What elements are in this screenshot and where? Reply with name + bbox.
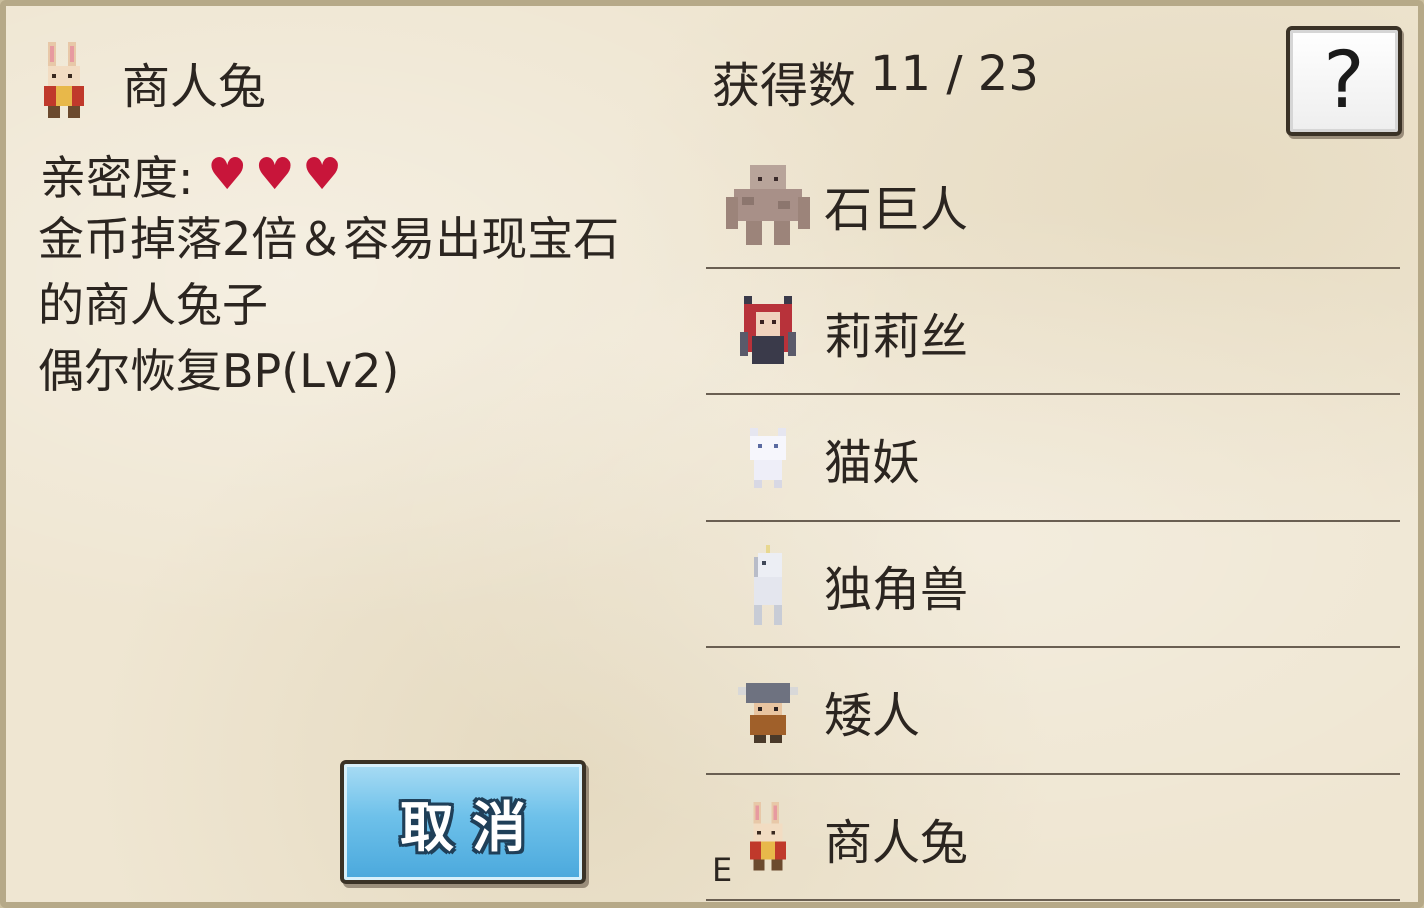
- stone-golem-icon: [726, 165, 810, 245]
- description-line: 金币掉落2倍＆容易出现宝石: [38, 212, 620, 266]
- bunny-merchant-icon: [750, 801, 786, 870]
- monster-name: 猫妖: [824, 435, 921, 491]
- description-line: 的商人兔子: [38, 278, 268, 332]
- monster-row-cat-spirit[interactable]: 猫妖: [706, 395, 1400, 522]
- affinity-hearts: ♥ ♥ ♥: [208, 153, 350, 197]
- monster-description: 金币掉落2倍＆容易出现宝石 的商人兔子 偶尔恢复BP(Lv2): [38, 206, 698, 404]
- heart-icon: ♥: [254, 149, 295, 200]
- cat-spirit-icon: [750, 428, 786, 488]
- heart-icon: ♥: [207, 149, 247, 200]
- question-mark-icon: ?: [1323, 36, 1365, 126]
- monster-name: 莉莉丝: [824, 308, 969, 365]
- description-line: 偶尔恢复BP(Lv2): [38, 344, 400, 398]
- monster-row-stone-golem[interactable]: 石巨人: [706, 142, 1400, 269]
- monster-row-bunny-merchant[interactable]: E 商人兔: [706, 775, 1400, 901]
- unicorn-icon: [754, 544, 782, 625]
- affinity-row: 亲密度: ♥ ♥ ♥: [40, 142, 350, 208]
- bunny-merchant-icon: [44, 42, 84, 118]
- monster-row-unicorn[interactable]: 独角兽: [706, 522, 1400, 648]
- detail-header: 商人兔: [40, 42, 266, 122]
- affinity-label: 亲密度:: [40, 151, 194, 205]
- monster-name: 独角兽: [824, 561, 969, 618]
- collection-count-value: 11 / 23: [870, 46, 1039, 102]
- monster-row-dwarf[interactable]: 矮人: [706, 648, 1400, 775]
- collection-count-label: 获得数: [712, 58, 857, 114]
- lilith-icon: [740, 295, 796, 364]
- monster-list: 石巨人 莉莉丝 猫妖 独角兽 矮人 E 商人兔: [706, 142, 1400, 901]
- cancel-button-label: 取消: [400, 795, 544, 859]
- monster-row-lilith[interactable]: 莉莉丝: [706, 269, 1400, 395]
- monster-collection-panel: 商人兔 亲密度: ♥ ♥ ♥ 金币掉落2倍＆容易出现宝石 的商人兔子 偶尔恢复BP(…: [0, 0, 1424, 908]
- detail-title: 商人兔: [122, 59, 267, 115]
- monster-name: 石巨人: [824, 182, 969, 238]
- heart-icon: ♥: [302, 149, 342, 200]
- monster-name: 矮人: [824, 688, 921, 744]
- collection-count: 获得数 11 / 23: [712, 46, 1039, 116]
- help-button[interactable]: ?: [1286, 26, 1402, 136]
- monster-name: 商人兔: [824, 814, 969, 871]
- dwarf-icon: [738, 683, 798, 743]
- cancel-button[interactable]: 取消: [340, 760, 586, 884]
